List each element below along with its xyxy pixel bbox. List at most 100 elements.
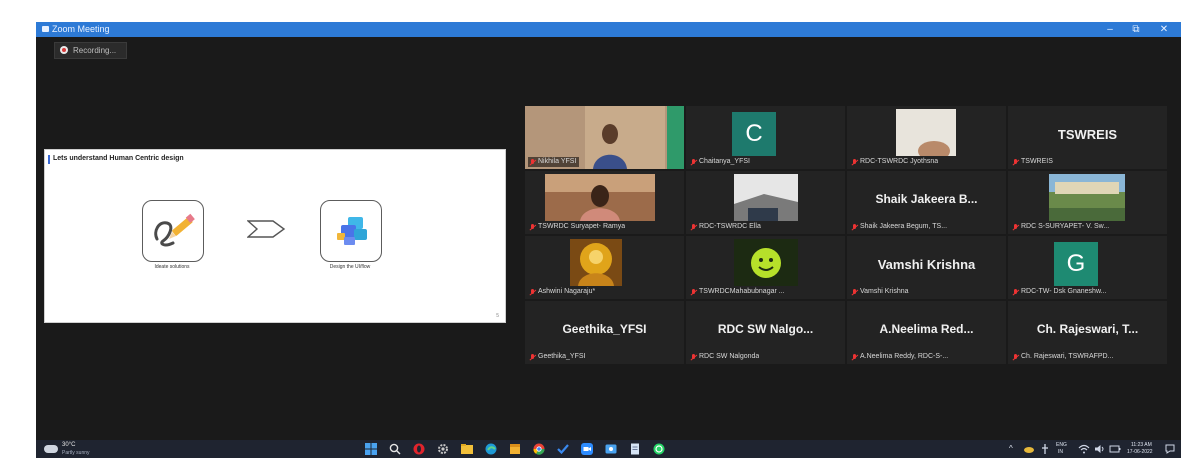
taskbar: 30°C Partly sunny ^ ENG IN 11:23 AM 17-0… — [36, 440, 1181, 458]
sticky-notes-icon[interactable] — [509, 443, 521, 455]
ideate-caption: Ideate solutions — [154, 264, 190, 270]
participant-tile[interactable]: TSWRDCMahabubnagar ... — [686, 236, 845, 299]
participant-name: A.Neelima Reddy, RDC-S-... — [850, 352, 948, 362]
weather-temperature: 30°C — [62, 442, 76, 448]
muted-mic-icon — [1013, 289, 1018, 295]
participant-name: Nikhila YFSI — [528, 157, 580, 167]
participant-video — [570, 239, 622, 286]
usb-icon[interactable] — [1041, 443, 1049, 455]
shared-screen: Lets understand Human Centric design Ide… — [44, 149, 506, 323]
muted-mic-icon — [852, 289, 857, 295]
chrome-icon[interactable] — [533, 443, 545, 455]
participant-tile[interactable]: A.Neelima Red... A.Neelima Reddy, RDC-S-… — [847, 301, 1006, 364]
participant-tile[interactable]: Geethika_YFSI Geethika_YFSI — [525, 301, 684, 364]
muted-mic-icon — [1013, 159, 1018, 165]
participant-display-name: Vamshi Krishna — [877, 257, 976, 272]
minimize-button[interactable]: – — [1097, 22, 1123, 37]
participant-display-name: TSWREIS — [1057, 127, 1118, 142]
clock-date[interactable]: 17-06-2022 — [1127, 449, 1153, 455]
slide-title: Lets understand Human Centric design — [48, 155, 184, 164]
participant-tile[interactable]: Ashwini Nagaraju* — [525, 236, 684, 299]
participant-display-name: A.Neelima Red... — [879, 322, 974, 336]
todo-icon[interactable] — [557, 443, 569, 455]
participant-name: Shaik Jakeera Begum, TS... — [850, 222, 947, 232]
participant-display-name: Ch. Rajeswari, T... — [1036, 322, 1139, 336]
participant-tile[interactable]: Shaik Jakeera B... Shaik Jakeera Begum, … — [847, 171, 1006, 234]
whatsapp-icon[interactable] — [653, 443, 665, 455]
windows-start-icon[interactable] — [365, 443, 377, 455]
participant-name: TSWRDCMahabubnagar ... — [689, 287, 785, 297]
avatar: G — [1054, 242, 1098, 286]
opera-icon[interactable] — [413, 443, 425, 455]
system-tray: ^ ENG IN 11:23 AM 17-06-2022 — [1001, 440, 1181, 458]
chevron-arrow-icon — [247, 220, 286, 238]
participant-tile[interactable]: RDC SW Nalgo... RDC SW Nalgonda — [686, 301, 845, 364]
participant-name: Ashwini Nagaraju* — [528, 287, 595, 297]
record-icon — [60, 46, 68, 54]
participant-tile[interactable]: C Chaitanya_YFSI — [686, 106, 845, 169]
zoom-app-icon — [42, 26, 49, 32]
zoom-window: Zoom Meeting – ⧉ ✕ Recording... Lets und… — [36, 22, 1181, 458]
muted-mic-icon — [530, 224, 535, 230]
participant-display-name: Shaik Jakeera B... — [875, 192, 978, 206]
chevron-up-icon[interactable]: ^ — [1009, 444, 1013, 453]
cloud-icon — [44, 445, 58, 453]
muted-mic-icon — [530, 159, 535, 165]
photos-icon[interactable] — [605, 443, 617, 455]
language-indicator[interactable]: ENG — [1056, 442, 1067, 448]
edge-icon[interactable] — [485, 443, 497, 455]
notification-icon[interactable] — [1165, 444, 1175, 454]
participant-tile[interactable]: RDC-TSWRDC Ella — [686, 171, 845, 234]
participant-name: RDC-TW- Dsk Gnaneshw... — [1011, 287, 1106, 297]
participant-tile[interactable]: Nikhila YFSI — [525, 106, 684, 169]
weather-tray-icon[interactable] — [1023, 444, 1035, 454]
ideate-card — [142, 200, 204, 262]
participant-name: RDC-TSWRDC Ella — [689, 222, 761, 232]
participant-name: TSWRDC Suryapet- Ramya — [528, 222, 625, 232]
participant-video — [545, 174, 655, 221]
slide-page-number: 5 — [496, 313, 499, 319]
muted-mic-icon — [852, 159, 857, 165]
settings-icon[interactable] — [437, 443, 449, 455]
window-title: Zoom Meeting — [52, 24, 110, 34]
zoom-icon[interactable] — [581, 443, 593, 455]
participant-tile[interactable]: TSWRDC Suryapet- Ramya — [525, 171, 684, 234]
title-bar: Zoom Meeting – ⧉ ✕ — [36, 22, 1181, 37]
recording-indicator[interactable]: Recording... — [54, 42, 128, 59]
participant-tile[interactable]: Ch. Rajeswari, T... Ch. Rajeswari, TSWRA… — [1008, 301, 1167, 364]
muted-mic-icon — [691, 289, 696, 295]
participant-name: RDC-TSWRDC Jyothsna — [850, 157, 938, 167]
participant-name: TSWREIS — [1011, 157, 1053, 167]
participant-tile[interactable]: RDC-TSWRDC Jyothsna — [847, 106, 1006, 169]
participant-video — [734, 174, 798, 221]
recording-label: Recording... — [73, 46, 117, 55]
muted-mic-icon — [530, 289, 535, 295]
battery-icon[interactable] — [1109, 444, 1121, 454]
muted-mic-icon — [1013, 224, 1018, 230]
muted-mic-icon — [691, 354, 696, 360]
notepad-icon[interactable] — [629, 443, 641, 455]
participant-tile[interactable]: G RDC-TW- Dsk Gnaneshw... — [1008, 236, 1167, 299]
muted-mic-icon — [852, 354, 857, 360]
avatar: C — [732, 112, 776, 156]
participant-tile[interactable]: Vamshi Krishna Vamshi Krishna — [847, 236, 1006, 299]
participant-video — [1049, 174, 1125, 221]
participant-tile[interactable]: TSWREIS TSWREIS — [1008, 106, 1167, 169]
wifi-icon[interactable] — [1078, 444, 1090, 454]
search-icon[interactable] — [389, 443, 401, 455]
muted-mic-icon — [1013, 354, 1018, 360]
close-button[interactable]: ✕ — [1151, 22, 1177, 37]
participant-display-name: Geethika_YFSI — [562, 322, 647, 336]
weather-widget[interactable]: 30°C Partly sunny — [44, 442, 114, 456]
participant-video — [734, 239, 798, 286]
participant-name: RDC SW Nalgonda — [689, 352, 759, 362]
clock-time[interactable]: 11:23 AM — [1131, 442, 1152, 448]
participant-name: Chaitanya_YFSI — [689, 157, 750, 167]
file-explorer-icon[interactable] — [461, 443, 473, 455]
muted-mic-icon — [691, 159, 696, 165]
maximize-button[interactable]: ⧉ — [1123, 22, 1149, 37]
participant-tile[interactable]: RDC S-SURYAPET- V. Sw... — [1008, 171, 1167, 234]
volume-icon[interactable] — [1094, 444, 1106, 454]
region-indicator[interactable]: IN — [1058, 449, 1063, 455]
design-ui-card — [320, 200, 382, 262]
